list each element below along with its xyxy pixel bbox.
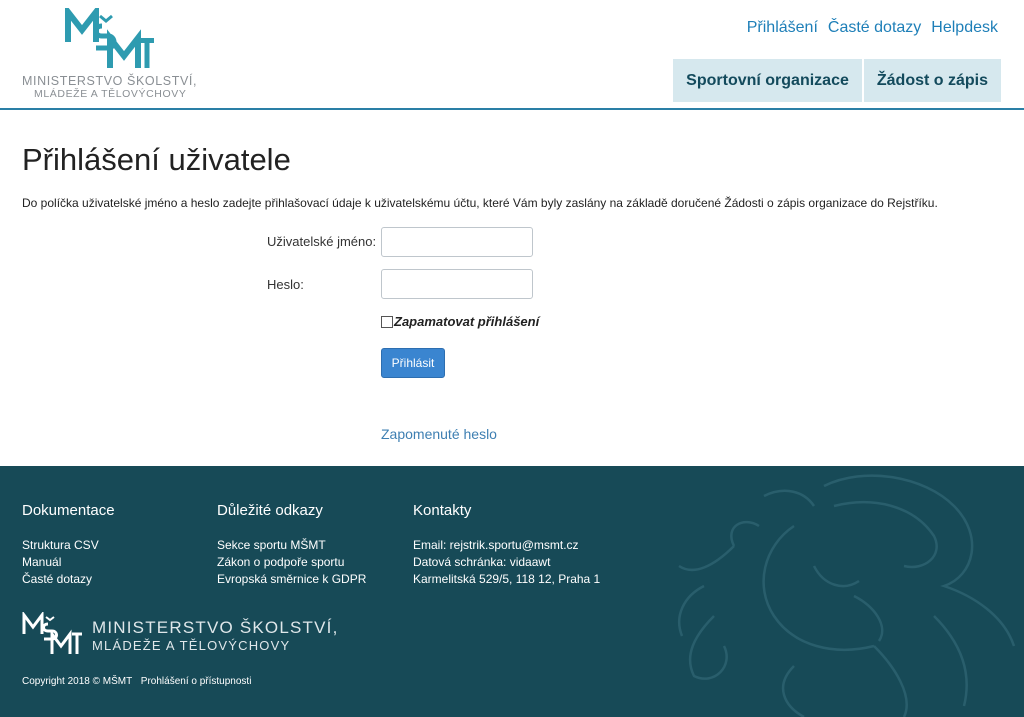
top-navigation: Přihlášení Časté dotazy Helpdesk	[747, 19, 998, 37]
main-tabs: Sportovní organizace Žádost o zápis	[673, 59, 1001, 102]
footer-link-gdpr[interactable]: Evropská směrnice k GDPR	[217, 572, 366, 586]
copyright-text: Copyright 2018 © MŠMT	[22, 676, 133, 687]
forgot-password-link[interactable]: Zapomenuté heslo	[381, 426, 497, 442]
footer-link-sport-section[interactable]: Sekce sportu MŠMT	[217, 538, 326, 552]
footer-contact-address: Karmelitská 529/5, 118 12, Praha 1	[413, 572, 601, 586]
msmt-logo[interactable]: MINISTERSTVO ŠKOLSTVÍ, MLÁDEŽE A TĚLOVÝC…	[20, 8, 200, 100]
footer: Dokumentace Struktura CSV Manuál Časté d…	[0, 466, 1024, 717]
footer-contact-email[interactable]: Email: rejstrik.sportu@msmt.cz	[413, 538, 579, 552]
top-link-helpdesk[interactable]: Helpdesk	[931, 19, 998, 37]
msmt-logo-mark-icon	[65, 8, 154, 68]
header: MINISTERSTVO ŠKOLSTVÍ, MLÁDEŽE A TĚLOVÝC…	[0, 0, 1024, 110]
footer-link-manual[interactable]: Manuál	[22, 555, 61, 569]
username-input[interactable]	[381, 227, 533, 257]
footer-msmt-logo-mark-icon	[22, 612, 82, 654]
intro-text: Do políčka uživatelské jméno a heslo zad…	[22, 196, 938, 210]
footer-heading-important-links: Důležité odkazy	[217, 502, 323, 519]
page-title: Přihlášení uživatele	[22, 142, 291, 177]
remember-login[interactable]: Zapamatovat přihlášení	[381, 314, 539, 329]
remember-checkbox[interactable]	[381, 315, 393, 328]
tab-sports-organizations[interactable]: Sportovní organizace	[673, 59, 862, 102]
czech-lion-emblem-icon	[677, 474, 1016, 717]
footer-logo-line1: MINISTERSTVO ŠKOLSTVÍ,	[92, 618, 339, 637]
footer-contact-databox: Datová schránka: vidaawt	[413, 555, 551, 569]
footer-link-csv-structure[interactable]: Struktura CSV	[22, 538, 99, 552]
top-link-login[interactable]: Přihlášení	[747, 19, 818, 37]
login-button[interactable]: Přihlásit	[381, 348, 445, 378]
logo-text-line1: MINISTERSTVO ŠKOLSTVÍ,	[22, 74, 198, 88]
logo-text-line2: MLÁDEŽE A TĚLOVÝCHOVY	[34, 88, 187, 100]
accessibility-statement-link[interactable]: Prohlášení o přístupnosti	[141, 676, 252, 687]
footer-heading-documentation: Dokumentace	[22, 502, 115, 519]
password-input[interactable]	[381, 269, 533, 299]
top-link-faq[interactable]: Časté dotazy	[828, 19, 921, 37]
tab-registration-request[interactable]: Žádost o zápis	[863, 59, 1001, 102]
password-label: Heslo:	[267, 277, 304, 292]
remember-label: Zapamatovat přihlášení	[394, 314, 540, 329]
footer-link-faq[interactable]: Časté dotazy	[22, 572, 92, 586]
copyright: Copyright 2018 © MŠMT Prohlášení o příst…	[22, 676, 251, 687]
footer-logo-line2: MLÁDEŽE A TĚLOVÝCHOVY	[92, 638, 291, 653]
footer-heading-contacts: Kontakty	[413, 502, 472, 519]
footer-msmt-logo: MINISTERSTVO ŠKOLSTVÍ, MLÁDEŽE A TĚLOVÝC…	[22, 612, 352, 658]
username-label: Uživatelské jméno:	[267, 234, 377, 249]
footer-link-sport-law[interactable]: Zákon o podpoře sportu	[217, 555, 344, 569]
